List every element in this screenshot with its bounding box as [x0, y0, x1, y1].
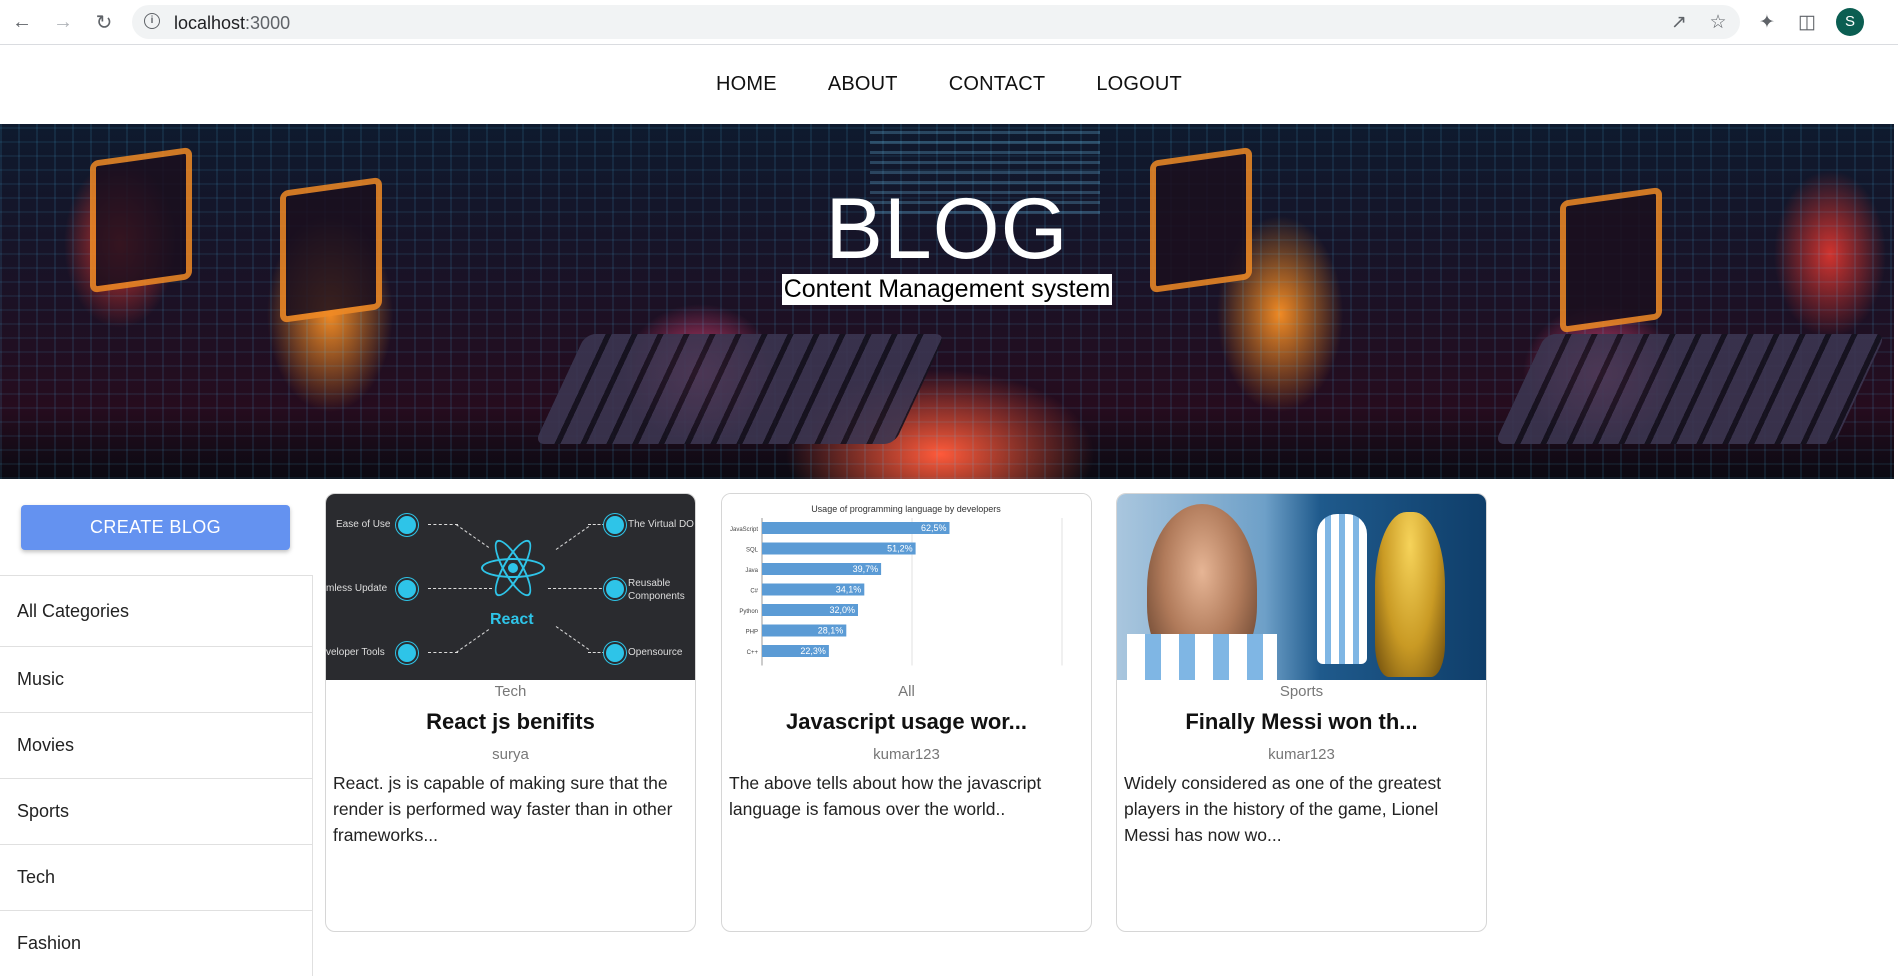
react-diagram-label: Opensource: [628, 647, 683, 658]
update-icon: [396, 578, 418, 600]
share-icon[interactable]: ↗: [1666, 9, 1692, 35]
react-diagram-label: The Virtual DO: [628, 519, 694, 530]
chart-category-label: PHP: [746, 630, 758, 636]
react-diagram-label: mless Update: [326, 583, 388, 594]
post-category: Sports: [1279, 683, 1324, 700]
chart-value-label: 34,1%: [836, 585, 862, 595]
post-card-react[interactable]: React Ease of Use mless Update veloper T…: [325, 493, 696, 932]
chart-value-label: 39,7%: [853, 564, 879, 574]
usage-bar-chart: Usage of programming language by develop…: [730, 504, 1063, 666]
ease-of-use-icon: [396, 514, 418, 536]
opensource-icon: [604, 642, 626, 664]
nav-about-link[interactable]: ABOUT: [828, 73, 898, 96]
category-tech[interactable]: Tech: [0, 844, 312, 910]
world-cup-trophy: [1375, 512, 1445, 677]
post-title[interactable]: React js benifits: [326, 709, 695, 735]
chart-category-label: SQL: [746, 548, 759, 554]
category-fashion[interactable]: Fashion: [0, 910, 312, 976]
chart-category-label: Java: [745, 568, 758, 574]
react-diagram-label: veloper Tools: [326, 647, 385, 658]
banner-keyboard-art: [534, 334, 946, 444]
post-card-messi[interactable]: Sports Finally Messi won th... kumar123 …: [1116, 493, 1487, 932]
post-title[interactable]: Javascript usage wor...: [722, 709, 1091, 735]
side-panel-icon[interactable]: ◫: [1794, 9, 1820, 35]
chart-value-label: 28,1%: [818, 626, 844, 636]
nav-contact-link[interactable]: CONTACT: [949, 73, 1046, 96]
address-bar[interactable]: i localhost:3000: [132, 5, 1740, 39]
post-description: The above tells about how the javascript…: [729, 773, 1042, 819]
category-all[interactable]: All Categories: [0, 575, 312, 646]
post-image-usage-chart: Usage of programming language by develop…: [722, 494, 1091, 680]
forward-icon[interactable]: →: [50, 9, 76, 35]
chart-category-label: Python: [739, 609, 758, 615]
chart-value-label: 22,3%: [800, 646, 826, 656]
browser-toolbar: ← → ↻ i localhost:3000 ↗ ☆ ✦ ◫ S: [0, 0, 1898, 45]
post-category: Tech: [494, 683, 527, 700]
category-list: All Categories Music Movies Sports Tech …: [0, 575, 313, 976]
post-author: kumar123: [1268, 746, 1335, 763]
create-blog-button[interactable]: CREATE BLOG: [21, 505, 290, 550]
banner-title: BLOG: [825, 181, 1069, 277]
components-icon: [604, 578, 626, 600]
messi-player-figure: [1317, 514, 1367, 664]
site-info-icon[interactable]: i: [144, 13, 160, 29]
nav-links: HOME ABOUT CONTACT LOGOUT: [716, 73, 1182, 96]
post-description: React. js is capable of making sure that…: [333, 773, 673, 845]
argentina-shirt: [1127, 634, 1277, 680]
profile-avatar[interactable]: S: [1836, 8, 1864, 36]
chart-value-label: 51,2%: [887, 544, 913, 554]
post-category: All: [898, 683, 915, 700]
chart-category-label: C#: [750, 589, 758, 595]
top-navigation: HOME ABOUT CONTACT LOGOUT: [0, 45, 1898, 124]
banner-subtitle: Content Management system: [781, 274, 1113, 305]
post-author: kumar123: [873, 746, 940, 763]
category-sports[interactable]: Sports: [0, 778, 312, 844]
react-logo-icon: [481, 535, 545, 601]
post-author: surya: [492, 746, 529, 763]
url-host: localhost: [174, 13, 246, 33]
banner-keyboard-art: [1494, 334, 1886, 444]
reload-icon[interactable]: ↻: [91, 9, 117, 35]
nav-home-link[interactable]: HOME: [716, 73, 777, 96]
chart-value-label: 32,0%: [829, 605, 855, 615]
post-description: Widely considered as one of the greatest…: [1124, 773, 1442, 845]
post-image-messi-photo: [1117, 494, 1486, 680]
post-card-javascript[interactable]: Usage of programming language by develop…: [721, 493, 1092, 932]
banner-subtitle-wrap: Content Management system: [0, 274, 1894, 305]
post-title[interactable]: Finally Messi won th...: [1117, 709, 1486, 735]
react-diagram-center-label: React: [490, 611, 534, 628]
category-music[interactable]: Music: [0, 646, 312, 712]
virtual-dom-icon: [604, 514, 626, 536]
category-movies[interactable]: Movies: [0, 712, 312, 778]
extensions-icon[interactable]: ✦: [1754, 9, 1780, 35]
react-diagram-label: Ease of Use: [336, 519, 391, 530]
chart-category-label: C++: [747, 650, 759, 656]
nav-logout-link[interactable]: LOGOUT: [1096, 73, 1182, 96]
post-image-react-diagram: React Ease of Use mless Update veloper T…: [326, 494, 695, 680]
chart-value-label: 62,5%: [921, 523, 947, 533]
chart-title: Usage of programming language by develop…: [811, 504, 1001, 514]
back-icon[interactable]: ←: [9, 9, 35, 35]
react-diagram-label: Reusable Components: [628, 578, 685, 602]
hero-banner: BLOG Content Management system: [0, 124, 1894, 479]
url-port: :3000: [245, 13, 291, 33]
bookmark-star-icon[interactable]: ☆: [1705, 9, 1731, 35]
chart-category-label: JavaScript: [730, 527, 758, 533]
address-url[interactable]: localhost:3000: [174, 13, 290, 34]
developer-tools-icon: [396, 642, 418, 664]
